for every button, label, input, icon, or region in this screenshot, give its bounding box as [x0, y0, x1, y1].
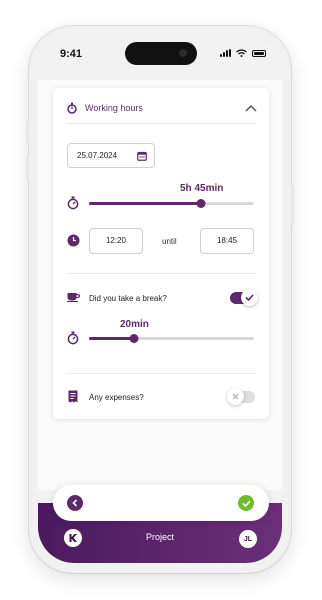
- divider: [66, 273, 256, 274]
- stopwatch-icon: [67, 331, 79, 345]
- calendar-icon[interactable]: [137, 151, 147, 161]
- phone-side-button: [26, 155, 29, 179]
- battery-icon: [252, 49, 266, 57]
- receipt-icon: [68, 390, 78, 403]
- wifi-icon: [236, 49, 247, 57]
- avatar-initials: JL: [243, 535, 253, 543]
- signal-icon: [220, 49, 231, 57]
- start-time-field[interactable]: 12:20: [89, 228, 143, 254]
- back-button[interactable]: [67, 495, 83, 511]
- working-hours-card: Working hours 25.07.2024 5h 45min 12:20 …: [53, 88, 269, 419]
- divider: [66, 373, 256, 374]
- toggle-knob: [241, 289, 258, 306]
- end-time-field[interactable]: 18:45: [200, 228, 254, 254]
- work-slider-thumb[interactable]: [196, 199, 206, 208]
- divider: [66, 123, 256, 124]
- dynamic-island: [125, 42, 197, 65]
- work-duration-label: 5h 45min: [180, 183, 224, 194]
- stopwatch-icon: [67, 196, 79, 210]
- back-arrow-icon: [72, 499, 78, 507]
- break-slider-thumb[interactable]: [129, 334, 139, 343]
- phone-side-button: [26, 120, 29, 144]
- action-pill: [53, 485, 269, 521]
- avatar[interactable]: JL: [239, 530, 257, 548]
- confirm-button[interactable]: [238, 495, 254, 511]
- until-label: until: [162, 237, 177, 246]
- coffee-cup-icon: [67, 293, 80, 302]
- expenses-label: Any expenses?: [89, 393, 144, 402]
- clock-icon: [67, 234, 80, 247]
- expenses-toggle[interactable]: [227, 388, 255, 405]
- check-icon: [241, 499, 251, 507]
- status-time: 9:41: [60, 48, 83, 60]
- work-slider-fill: [89, 202, 202, 205]
- stopwatch-icon: [67, 102, 77, 114]
- break-slider-fill: [89, 337, 134, 340]
- break-toggle[interactable]: [230, 289, 258, 306]
- chevron-up-icon[interactable]: [245, 104, 257, 112]
- break-duration-slider[interactable]: [89, 334, 254, 343]
- toggle-knob: [227, 388, 244, 405]
- close-icon: [232, 393, 239, 400]
- card-title: Working hours: [85, 103, 143, 113]
- date-field[interactable]: 25.07.2024: [67, 143, 155, 168]
- check-icon: [245, 294, 254, 301]
- break-question: Did you take a break?: [89, 294, 167, 303]
- status-icons: [220, 49, 266, 57]
- date-value: 25.07.2024: [77, 151, 118, 160]
- camera-dot: [179, 49, 187, 57]
- work-duration-slider[interactable]: [89, 199, 254, 208]
- break-duration-label: 20min: [120, 319, 149, 330]
- phone-side-button: [291, 185, 294, 225]
